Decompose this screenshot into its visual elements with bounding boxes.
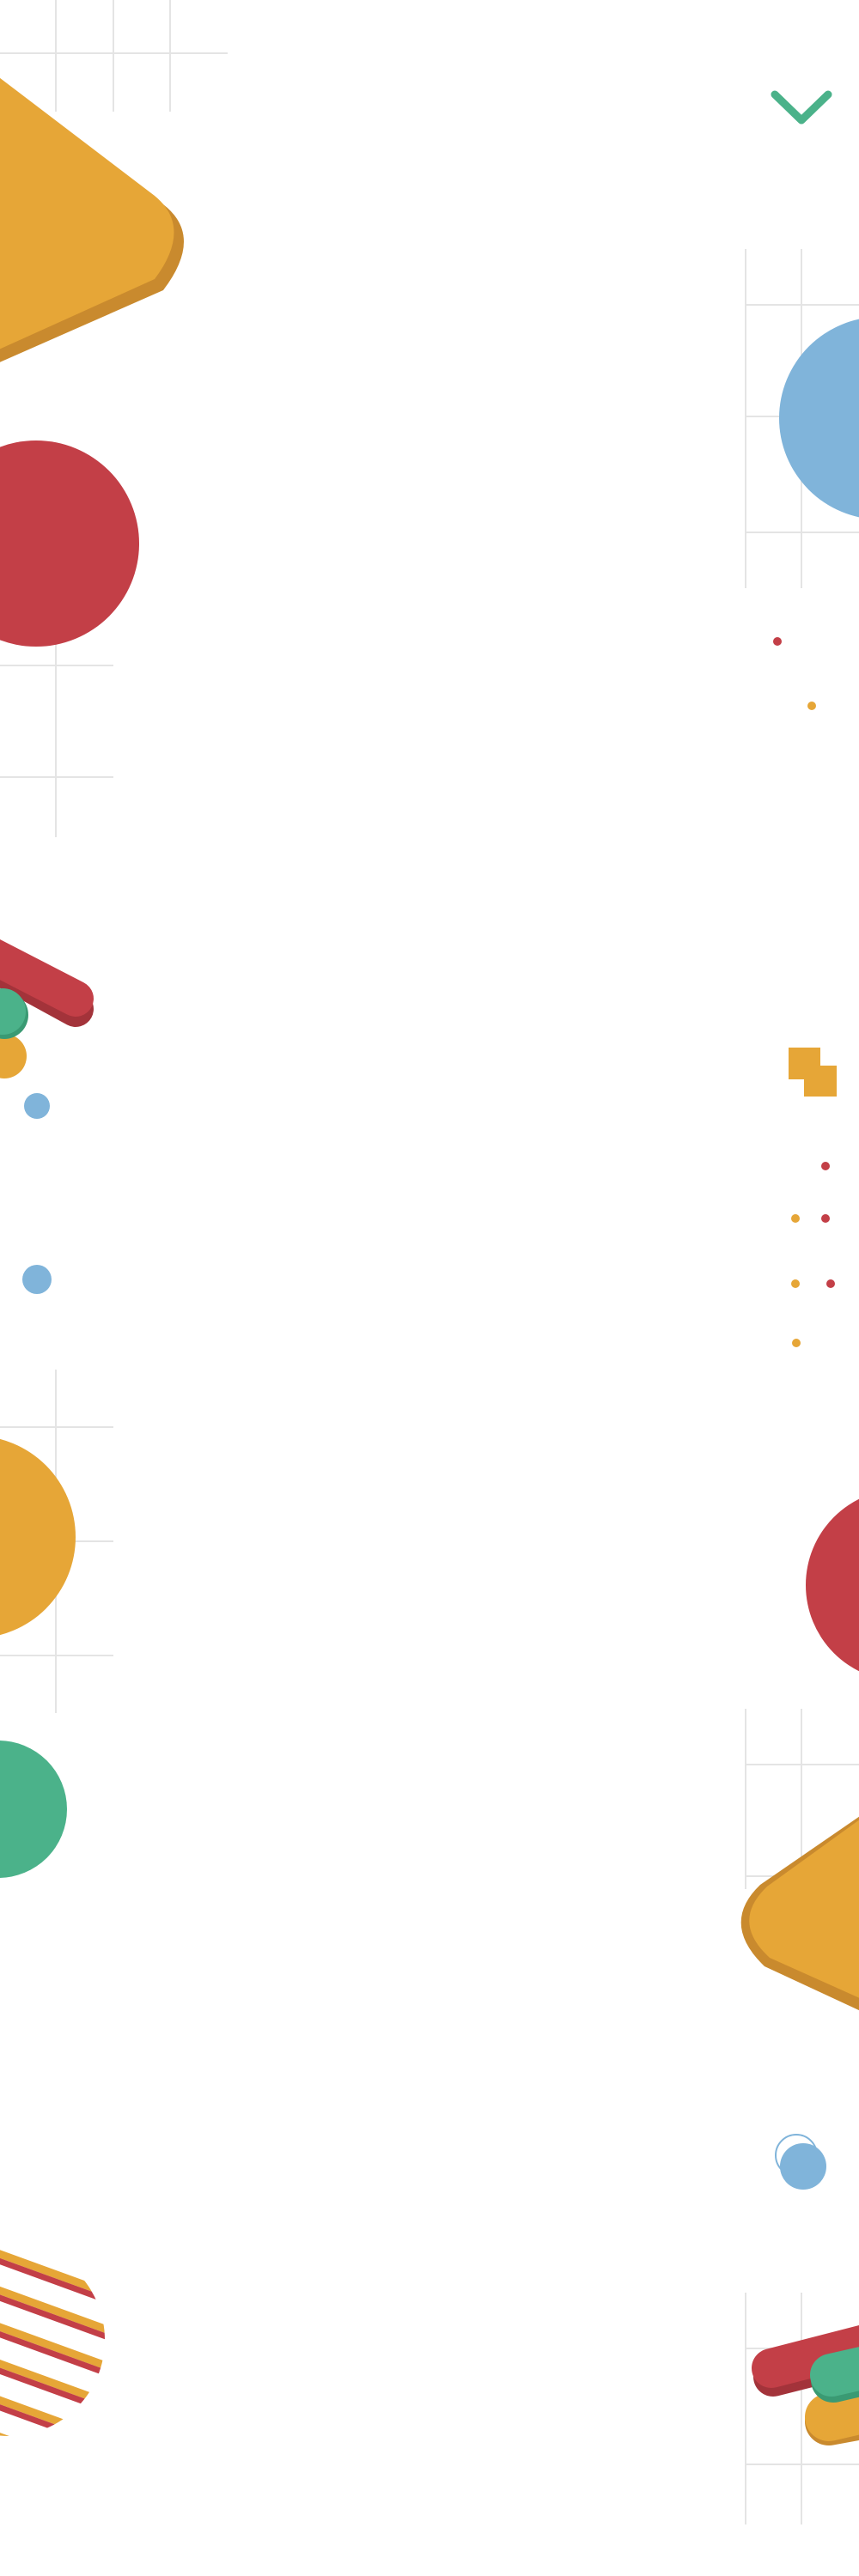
blue-circle-right <box>779 319 859 518</box>
red-circle-left <box>0 440 139 647</box>
yellow-dot <box>807 702 816 710</box>
grid-pattern-left-mid <box>0 640 113 837</box>
blue-ring-circle-right <box>775 2134 826 2190</box>
blue-dot-left-2 <box>22 1265 52 1294</box>
grid-pattern-top-left <box>0 0 228 112</box>
dot-cluster-right <box>791 1162 835 1347</box>
pill-cluster-left <box>0 939 94 1078</box>
decorative-page: { "colors": { "yellow": "#e6a637", "yell… <box>0 0 859 2576</box>
yellow-triangle-right <box>740 1816 859 2011</box>
yellow-circle-left <box>0 1438 76 1636</box>
pill-cluster-bottom-right <box>752 2324 859 2445</box>
red-dot <box>773 637 782 646</box>
yellow-squares-right <box>789 1048 837 1097</box>
hatched-circle-bottom-left <box>0 2244 105 2436</box>
decorative-artwork <box>0 0 859 2524</box>
yellow-triangle-top-left <box>0 77 184 362</box>
blue-dot-left-1 <box>24 1093 50 1119</box>
scroll-down-button[interactable] <box>756 69 847 143</box>
chevron-down-icon <box>771 90 832 125</box>
green-circle-left <box>0 1741 67 1878</box>
red-circle-right <box>806 1498 859 1672</box>
